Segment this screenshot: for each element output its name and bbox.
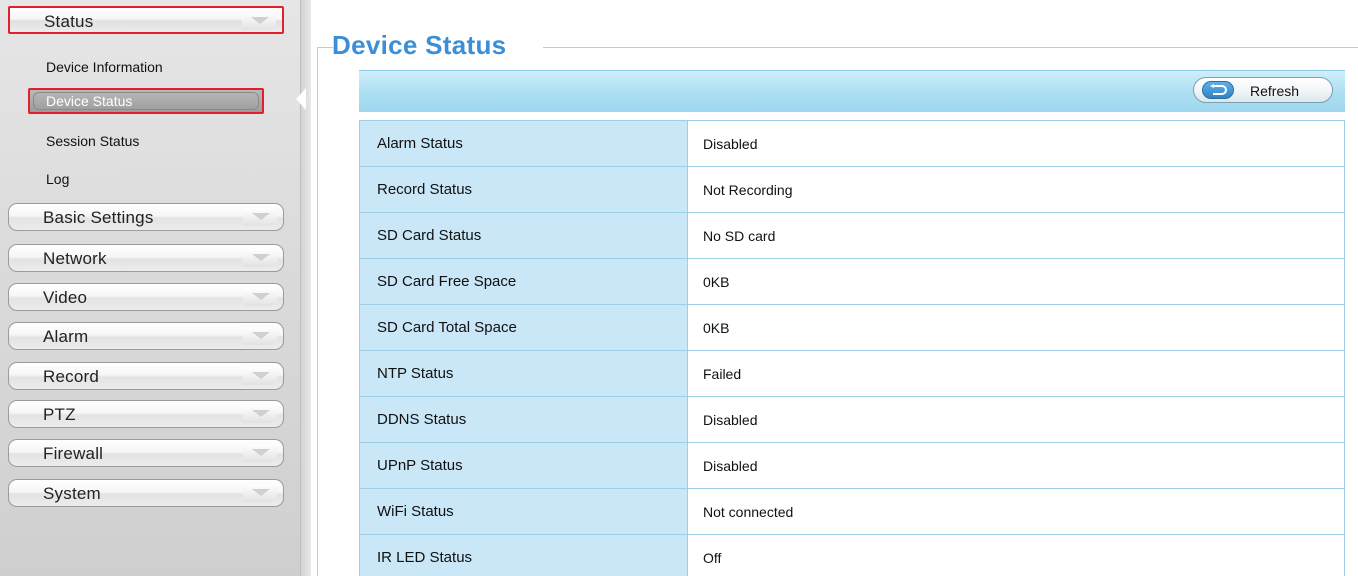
chevron-down-icon: [242, 12, 276, 30]
menu-status[interactable]: Status: [8, 6, 284, 34]
menu-ptz[interactable]: PTZ: [8, 400, 284, 428]
table-row: SD Card Status No SD card: [359, 212, 1345, 259]
status-key: Record Status: [359, 166, 688, 213]
table-row: DDNS Status Disabled: [359, 396, 1345, 443]
chevron-down-icon: [243, 405, 277, 423]
status-key: UPnP Status: [359, 442, 688, 489]
menu-alarm[interactable]: Alarm: [8, 322, 284, 350]
refresh-label: Refresh: [1250, 83, 1300, 99]
refresh-button[interactable]: Refresh: [1193, 77, 1333, 103]
status-value: Failed: [687, 350, 1345, 397]
page-title: Device Status: [332, 30, 507, 60]
menu-basic-settings-label: Basic Settings: [43, 208, 154, 227]
chevron-down-icon: [243, 444, 277, 462]
status-key: WiFi Status: [359, 488, 688, 535]
menu-firewall[interactable]: Firewall: [8, 439, 284, 467]
status-key: NTP Status: [359, 350, 688, 397]
table-row: WiFi Status Not connected: [359, 488, 1345, 535]
refresh-icon: [1202, 81, 1234, 99]
table-row: IR LED Status Off: [359, 534, 1345, 576]
status-key: SD Card Status: [359, 212, 688, 259]
menu-record-label: Record: [43, 367, 100, 386]
menu-network-label: Network: [43, 249, 107, 268]
title-rule-left: [317, 47, 333, 48]
menu-video-label: Video: [43, 288, 88, 307]
chevron-down-icon: [243, 327, 277, 345]
sidebar-divider: [300, 0, 311, 576]
chevron-down-icon: [243, 367, 277, 385]
menu-video[interactable]: Video: [8, 283, 284, 311]
chevron-down-icon: [243, 249, 277, 267]
status-key: IR LED Status: [359, 534, 688, 576]
status-key: Alarm Status: [359, 120, 688, 167]
content-frame-left: [317, 47, 318, 576]
status-value: Disabled: [687, 442, 1345, 489]
status-key: SD Card Total Space: [359, 304, 688, 351]
sidebar-item-session-status[interactable]: Session Status: [46, 133, 139, 149]
menu-system-label: System: [43, 484, 101, 503]
status-key: DDNS Status: [359, 396, 688, 443]
status-value: No SD card: [687, 212, 1345, 259]
table-row: Record Status Not Recording: [359, 166, 1345, 213]
status-value: 0KB: [687, 304, 1345, 351]
sidebar: Status Device Information Device Status …: [0, 0, 300, 576]
menu-ptz-label: PTZ: [43, 405, 76, 424]
menu-basic-settings[interactable]: Basic Settings: [8, 203, 284, 231]
status-value: Not connected: [687, 488, 1345, 535]
title-rule: [543, 47, 1358, 48]
chevron-down-icon: [243, 288, 277, 306]
chevron-down-icon: [243, 208, 277, 226]
chevron-down-icon: [243, 484, 277, 502]
table-row: SD Card Total Space 0KB: [359, 304, 1345, 351]
sidebar-item-device-status[interactable]: Device Status: [28, 88, 264, 114]
menu-status-label: Status: [44, 12, 94, 31]
status-key: SD Card Free Space: [359, 258, 688, 305]
status-value: 0KB: [687, 258, 1345, 305]
menu-record[interactable]: Record: [8, 362, 284, 390]
status-value: Off: [687, 534, 1345, 576]
status-value: Disabled: [687, 120, 1345, 167]
menu-network[interactable]: Network: [8, 244, 284, 272]
status-value: Disabled: [687, 396, 1345, 443]
selection-pointer-icon: [296, 88, 306, 110]
menu-system[interactable]: System: [8, 479, 284, 507]
toolbar: Refresh: [359, 70, 1345, 112]
table-row: Alarm Status Disabled: [359, 120, 1345, 167]
table-row: SD Card Free Space 0KB: [359, 258, 1345, 305]
status-value: Not Recording: [687, 166, 1345, 213]
table-row: NTP Status Failed: [359, 350, 1345, 397]
table-row: UPnP Status Disabled: [359, 442, 1345, 489]
menu-alarm-label: Alarm: [43, 327, 89, 346]
device-status-table: Alarm Status Disabled Record Status Not …: [359, 120, 1345, 576]
main-content: Device Status Refresh Alarm Status Disab…: [311, 0, 1358, 576]
menu-firewall-label: Firewall: [43, 444, 104, 463]
sidebar-item-log[interactable]: Log: [46, 171, 69, 187]
sidebar-item-device-information[interactable]: Device Information: [46, 59, 163, 75]
app-root: Status Device Information Device Status …: [0, 0, 1358, 576]
